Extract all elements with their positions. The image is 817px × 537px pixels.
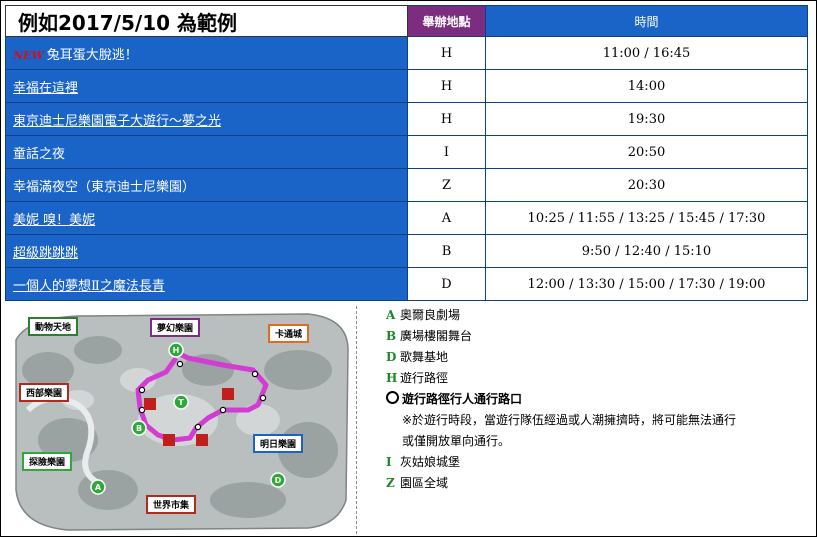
- label-adventureland: 探險樂園: [22, 452, 73, 471]
- event-name: 兔耳蛋大脫逃！: [46, 47, 138, 63]
- legend-item-i: I 灰姑娘城堡: [386, 455, 461, 469]
- map-legend: A 奧爾良劇場 B 廣場樓閣舞台 D 歌舞基地 H 遊行路徑 遊行路徑行人通行路口 ※於…: [386, 305, 806, 494]
- divider: [356, 306, 357, 534]
- table-row: 美妮 嗅！美妮 A 10:25 / 11:55 / 13:25 / 15:45 / …: [5, 201, 808, 235]
- marker-b: B: [136, 424, 142, 433]
- table-row: NEW 兔耳蛋大脫逃！ H 11:00 / 16:45: [5, 36, 808, 70]
- event-location-cell: H: [407, 102, 486, 136]
- event-name: 幸福滿夜空（東京迪士尼樂園）: [13, 179, 196, 195]
- event-link[interactable]: 東京迪士尼樂園電子大遊行～夢之光: [13, 114, 221, 129]
- event-name-cell: 童話之夜: [5, 135, 408, 169]
- table-row: 東京迪士尼樂園電子大遊行～夢之光 H 19:30: [5, 102, 808, 136]
- legend-item-a: A 奧爾良劇場: [386, 308, 461, 322]
- event-times-cell: 20:30: [485, 168, 808, 202]
- event-times-cell: 14:00: [485, 69, 808, 103]
- circle-icon: [386, 391, 399, 404]
- table-row: 一個人的夢想Ⅱ之魔法長青 D 12:00 / 13:30 / 15:00 / 17:…: [5, 267, 808, 301]
- legend-item-crossing: 遊行路徑行人通行路口: [386, 389, 806, 410]
- show-schedule-table: 例如2017/5/10 為範例 舉辦地點 時間 NEW 兔耳蛋大脫逃！ H 11:00…: [5, 5, 808, 301]
- legend-item-b: B 廣場樓閣舞台: [386, 329, 473, 343]
- legend-item-d: D 歌舞基地: [386, 350, 449, 364]
- event-link[interactable]: 幸福在這裡: [13, 81, 78, 96]
- label-critter-country: 動物天地: [28, 317, 79, 336]
- event-name-cell: NEW 兔耳蛋大脫逃！: [5, 36, 408, 70]
- event-location-cell: Z: [407, 168, 486, 202]
- table-row: 童話之夜 I 20:50: [5, 135, 808, 169]
- event-times-cell: 20:50: [485, 135, 808, 169]
- event-link[interactable]: 超級跳跳跳: [13, 246, 78, 261]
- event-link[interactable]: 美妮 嗅！美妮: [13, 213, 95, 228]
- event-location-cell: I: [407, 135, 486, 169]
- new-badge: NEW: [13, 48, 44, 62]
- legend-item-z: Z 園區全域: [386, 476, 449, 490]
- event-times-cell: 19:30: [485, 102, 808, 136]
- legend-item-h: H 遊行路徑: [386, 371, 449, 385]
- event-location-cell: A: [407, 201, 486, 235]
- example-title: 例如2017/5/10 為範例: [5, 5, 408, 37]
- event-times-cell: 12:00 / 13:30 / 15:00 / 17:30 / 19:00: [485, 267, 808, 301]
- label-toontown: 卡通城: [268, 324, 310, 343]
- event-name-cell[interactable]: 一個人的夢想Ⅱ之魔法長青: [5, 267, 408, 301]
- table-row: 超級跳跳跳 B 9:50 / 12:40 / 15:10: [5, 234, 808, 268]
- event-times-cell: 9:50 / 12:40 / 15:10: [485, 234, 808, 268]
- event-name-cell[interactable]: 東京迪士尼樂園電子大遊行～夢之光: [5, 102, 408, 136]
- event-name-cell[interactable]: 美妮 嗅！美妮: [5, 201, 408, 235]
- event-location-cell: B: [407, 234, 486, 268]
- event-name: 童話之夜: [13, 146, 66, 162]
- event-link[interactable]: 一個人的夢想Ⅱ之魔法長青: [13, 279, 165, 294]
- crossing-note-line2: 或僅開放單向通行。: [402, 434, 511, 448]
- location-column-header: 舉辦地點: [407, 5, 486, 37]
- label-fantasyland: 夢幻樂園: [150, 318, 201, 337]
- marker-h: H: [173, 346, 180, 355]
- table-row: 幸福滿夜空（東京迪士尼樂園） Z 20:30: [5, 168, 808, 202]
- label-world-bazaar: 世界市集: [146, 495, 197, 514]
- table-header-row: 例如2017/5/10 為範例 舉辦地點 時間: [5, 5, 808, 37]
- event-name-cell[interactable]: 超級跳跳跳: [5, 234, 408, 268]
- event-name-cell: 幸福滿夜空（東京迪士尼樂園）: [5, 168, 408, 202]
- event-location-cell: H: [407, 69, 486, 103]
- event-times-cell: 10:25 / 11:55 / 13:25 / 15:45 / 17:30: [485, 201, 808, 235]
- event-name-cell[interactable]: 幸福在這裡: [5, 69, 408, 103]
- event-location-cell: D: [407, 267, 486, 301]
- marker-t: T: [178, 398, 184, 407]
- event-times-cell: 11:00 / 16:45: [485, 36, 808, 70]
- crossing-note-line1: ※於遊行時段，當遊行隊伍經過或人潮擁擠時，將可能無法通行: [402, 413, 737, 427]
- label-tomorrowland: 明日樂園: [253, 434, 304, 453]
- marker-a: A: [95, 483, 102, 492]
- table-row: 幸福在這裡 H 14:00: [5, 69, 808, 103]
- marker-d: D: [275, 476, 282, 485]
- event-location-cell: H: [407, 36, 486, 70]
- label-westernland: 西部樂園: [19, 383, 70, 402]
- time-column-header: 時間: [485, 5, 808, 37]
